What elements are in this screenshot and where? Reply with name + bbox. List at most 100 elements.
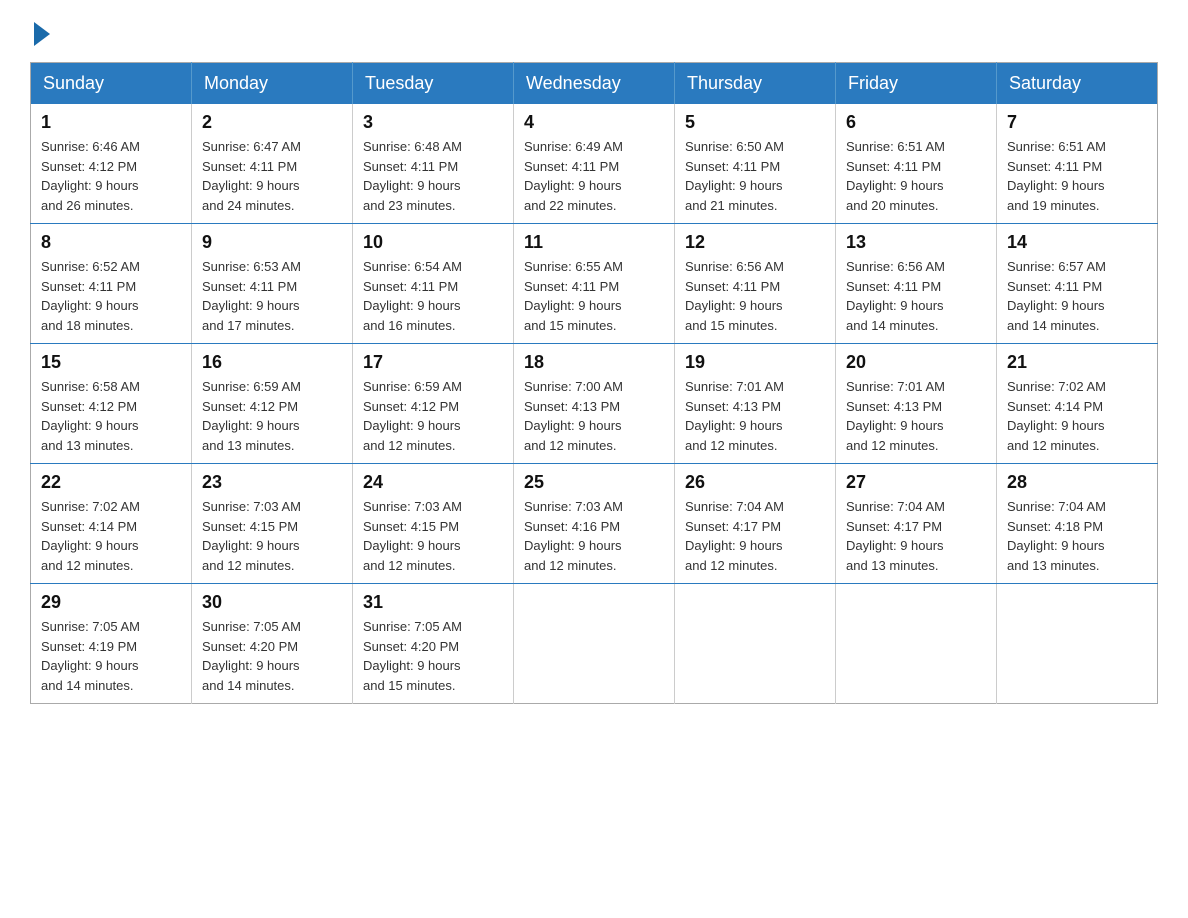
table-row: 27 Sunrise: 7:04 AMSunset: 4:17 PMDaylig… <box>836 464 997 584</box>
day-number: 14 <box>1007 232 1147 253</box>
day-number: 25 <box>524 472 664 493</box>
table-row: 29 Sunrise: 7:05 AMSunset: 4:19 PMDaylig… <box>31 584 192 704</box>
day-number: 6 <box>846 112 986 133</box>
day-number: 11 <box>524 232 664 253</box>
day-number: 8 <box>41 232 181 253</box>
table-row: 3 Sunrise: 6:48 AMSunset: 4:11 PMDayligh… <box>353 104 514 224</box>
table-row: 25 Sunrise: 7:03 AMSunset: 4:16 PMDaylig… <box>514 464 675 584</box>
day-number: 7 <box>1007 112 1147 133</box>
day-info: Sunrise: 7:05 AMSunset: 4:19 PMDaylight:… <box>41 619 140 693</box>
calendar-week-row: 8 Sunrise: 6:52 AMSunset: 4:11 PMDayligh… <box>31 224 1158 344</box>
table-row: 1 Sunrise: 6:46 AMSunset: 4:12 PMDayligh… <box>31 104 192 224</box>
day-number: 13 <box>846 232 986 253</box>
day-number: 5 <box>685 112 825 133</box>
table-row: 20 Sunrise: 7:01 AMSunset: 4:13 PMDaylig… <box>836 344 997 464</box>
day-number: 10 <box>363 232 503 253</box>
day-info: Sunrise: 7:03 AMSunset: 4:15 PMDaylight:… <box>363 499 462 573</box>
table-row: 14 Sunrise: 6:57 AMSunset: 4:11 PMDaylig… <box>997 224 1158 344</box>
day-info: Sunrise: 6:53 AMSunset: 4:11 PMDaylight:… <box>202 259 301 333</box>
logo <box>30 20 50 42</box>
day-header-tuesday: Tuesday <box>353 63 514 105</box>
table-row <box>997 584 1158 704</box>
table-row: 5 Sunrise: 6:50 AMSunset: 4:11 PMDayligh… <box>675 104 836 224</box>
day-header-saturday: Saturday <box>997 63 1158 105</box>
day-info: Sunrise: 6:58 AMSunset: 4:12 PMDaylight:… <box>41 379 140 453</box>
table-row: 9 Sunrise: 6:53 AMSunset: 4:11 PMDayligh… <box>192 224 353 344</box>
day-number: 18 <box>524 352 664 373</box>
calendar-week-row: 29 Sunrise: 7:05 AMSunset: 4:19 PMDaylig… <box>31 584 1158 704</box>
calendar-table: SundayMondayTuesdayWednesdayThursdayFrid… <box>30 62 1158 704</box>
day-info: Sunrise: 7:03 AMSunset: 4:15 PMDaylight:… <box>202 499 301 573</box>
day-info: Sunrise: 6:49 AMSunset: 4:11 PMDaylight:… <box>524 139 623 213</box>
table-row: 16 Sunrise: 6:59 AMSunset: 4:12 PMDaylig… <box>192 344 353 464</box>
day-info: Sunrise: 6:46 AMSunset: 4:12 PMDaylight:… <box>41 139 140 213</box>
day-number: 20 <box>846 352 986 373</box>
day-header-wednesday: Wednesday <box>514 63 675 105</box>
table-row: 10 Sunrise: 6:54 AMSunset: 4:11 PMDaylig… <box>353 224 514 344</box>
day-header-sunday: Sunday <box>31 63 192 105</box>
table-row: 13 Sunrise: 6:56 AMSunset: 4:11 PMDaylig… <box>836 224 997 344</box>
day-number: 19 <box>685 352 825 373</box>
day-info: Sunrise: 6:59 AMSunset: 4:12 PMDaylight:… <box>363 379 462 453</box>
day-number: 4 <box>524 112 664 133</box>
day-number: 9 <box>202 232 342 253</box>
day-number: 28 <box>1007 472 1147 493</box>
day-info: Sunrise: 7:04 AMSunset: 4:17 PMDaylight:… <box>685 499 784 573</box>
table-row: 24 Sunrise: 7:03 AMSunset: 4:15 PMDaylig… <box>353 464 514 584</box>
table-row <box>675 584 836 704</box>
table-row: 4 Sunrise: 6:49 AMSunset: 4:11 PMDayligh… <box>514 104 675 224</box>
day-info: Sunrise: 7:05 AMSunset: 4:20 PMDaylight:… <box>202 619 301 693</box>
day-info: Sunrise: 7:04 AMSunset: 4:17 PMDaylight:… <box>846 499 945 573</box>
day-info: Sunrise: 6:55 AMSunset: 4:11 PMDaylight:… <box>524 259 623 333</box>
table-row: 23 Sunrise: 7:03 AMSunset: 4:15 PMDaylig… <box>192 464 353 584</box>
table-row: 31 Sunrise: 7:05 AMSunset: 4:20 PMDaylig… <box>353 584 514 704</box>
table-row: 22 Sunrise: 7:02 AMSunset: 4:14 PMDaylig… <box>31 464 192 584</box>
day-info: Sunrise: 7:01 AMSunset: 4:13 PMDaylight:… <box>846 379 945 453</box>
calendar-week-row: 22 Sunrise: 7:02 AMSunset: 4:14 PMDaylig… <box>31 464 1158 584</box>
day-info: Sunrise: 6:50 AMSunset: 4:11 PMDaylight:… <box>685 139 784 213</box>
table-row: 12 Sunrise: 6:56 AMSunset: 4:11 PMDaylig… <box>675 224 836 344</box>
table-row: 28 Sunrise: 7:04 AMSunset: 4:18 PMDaylig… <box>997 464 1158 584</box>
calendar-week-row: 1 Sunrise: 6:46 AMSunset: 4:12 PMDayligh… <box>31 104 1158 224</box>
day-number: 30 <box>202 592 342 613</box>
days-header-row: SundayMondayTuesdayWednesdayThursdayFrid… <box>31 63 1158 105</box>
day-info: Sunrise: 7:05 AMSunset: 4:20 PMDaylight:… <box>363 619 462 693</box>
day-number: 12 <box>685 232 825 253</box>
day-number: 21 <box>1007 352 1147 373</box>
day-number: 31 <box>363 592 503 613</box>
table-row: 8 Sunrise: 6:52 AMSunset: 4:11 PMDayligh… <box>31 224 192 344</box>
table-row: 26 Sunrise: 7:04 AMSunset: 4:17 PMDaylig… <box>675 464 836 584</box>
day-number: 16 <box>202 352 342 373</box>
day-info: Sunrise: 7:03 AMSunset: 4:16 PMDaylight:… <box>524 499 623 573</box>
day-number: 29 <box>41 592 181 613</box>
day-number: 15 <box>41 352 181 373</box>
day-info: Sunrise: 6:57 AMSunset: 4:11 PMDaylight:… <box>1007 259 1106 333</box>
header <box>30 20 1158 42</box>
table-row: 30 Sunrise: 7:05 AMSunset: 4:20 PMDaylig… <box>192 584 353 704</box>
day-info: Sunrise: 6:48 AMSunset: 4:11 PMDaylight:… <box>363 139 462 213</box>
day-info: Sunrise: 7:02 AMSunset: 4:14 PMDaylight:… <box>41 499 140 573</box>
day-number: 3 <box>363 112 503 133</box>
day-info: Sunrise: 7:04 AMSunset: 4:18 PMDaylight:… <box>1007 499 1106 573</box>
calendar-week-row: 15 Sunrise: 6:58 AMSunset: 4:12 PMDaylig… <box>31 344 1158 464</box>
day-number: 22 <box>41 472 181 493</box>
day-info: Sunrise: 6:59 AMSunset: 4:12 PMDaylight:… <box>202 379 301 453</box>
day-info: Sunrise: 6:51 AMSunset: 4:11 PMDaylight:… <box>1007 139 1106 213</box>
table-row <box>514 584 675 704</box>
day-info: Sunrise: 7:00 AMSunset: 4:13 PMDaylight:… <box>524 379 623 453</box>
table-row: 11 Sunrise: 6:55 AMSunset: 4:11 PMDaylig… <box>514 224 675 344</box>
day-header-friday: Friday <box>836 63 997 105</box>
table-row: 7 Sunrise: 6:51 AMSunset: 4:11 PMDayligh… <box>997 104 1158 224</box>
day-number: 1 <box>41 112 181 133</box>
table-row: 18 Sunrise: 7:00 AMSunset: 4:13 PMDaylig… <box>514 344 675 464</box>
table-row: 19 Sunrise: 7:01 AMSunset: 4:13 PMDaylig… <box>675 344 836 464</box>
table-row: 2 Sunrise: 6:47 AMSunset: 4:11 PMDayligh… <box>192 104 353 224</box>
table-row: 15 Sunrise: 6:58 AMSunset: 4:12 PMDaylig… <box>31 344 192 464</box>
table-row: 21 Sunrise: 7:02 AMSunset: 4:14 PMDaylig… <box>997 344 1158 464</box>
day-info: Sunrise: 7:01 AMSunset: 4:13 PMDaylight:… <box>685 379 784 453</box>
table-row <box>836 584 997 704</box>
day-number: 2 <box>202 112 342 133</box>
day-number: 27 <box>846 472 986 493</box>
day-number: 26 <box>685 472 825 493</box>
day-header-thursday: Thursday <box>675 63 836 105</box>
